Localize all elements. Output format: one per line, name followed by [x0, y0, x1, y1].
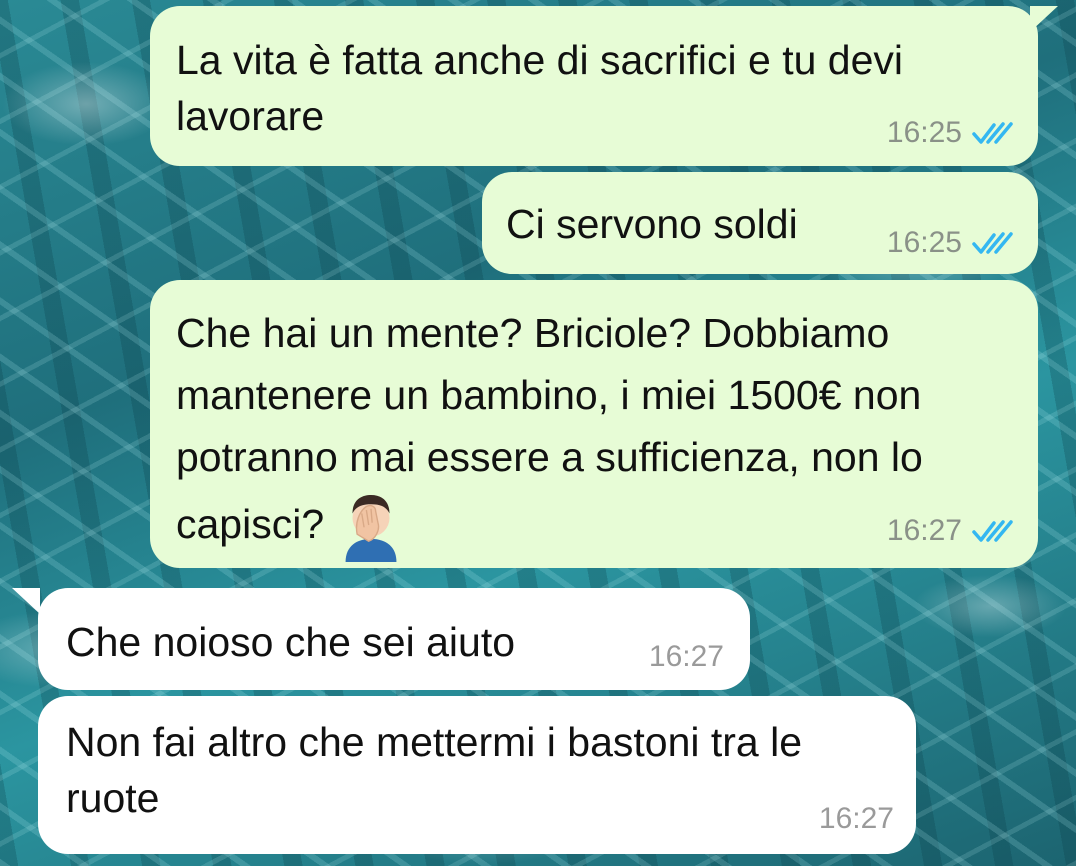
message-time: 16:27: [648, 640, 724, 673]
message-time: 16:27: [818, 802, 894, 835]
message-bubble-incoming[interactable]: Non fai altro che mettermi i bastoni tra…: [38, 696, 916, 854]
message-meta: 16:25: [887, 116, 1016, 150]
message-time: 16:27: [886, 514, 962, 547]
message-meta: 16:25: [887, 226, 1016, 260]
double-check-icon: [972, 232, 1013, 254]
message-bubble-outgoing[interactable]: La vita è fatta anche di sacrifici e tu …: [150, 6, 1038, 166]
message-bubble-incoming[interactable]: Che noioso che sei aiuto 16:27: [38, 588, 750, 690]
message-meta: 16:27: [887, 514, 1016, 548]
message-text: Non fai altro che mettermi i bastoni tra…: [66, 719, 803, 821]
bubble-tail: [12, 588, 40, 614]
message-bubble-outgoing[interactable]: Ci servono soldi 16:25: [482, 172, 1038, 274]
message-meta: 16:27: [819, 802, 894, 836]
message-bubble-outgoing[interactable]: Che hai un mente? Briciole? Dobbiamo man…: [150, 280, 1038, 568]
message-text: Che hai un mente? Briciole? Dobbiamo man…: [176, 302, 998, 562]
message-text: Che noioso che sei aiuto: [66, 619, 516, 665]
message-text: La vita è fatta anche di sacrifici e tu …: [176, 37, 904, 139]
man-facepalming-emoji-icon: [345, 494, 397, 562]
double-check-icon: [972, 520, 1013, 542]
message-meta: 16:27: [649, 640, 724, 674]
double-check-icon: [972, 122, 1013, 144]
message-time: 16:25: [886, 226, 962, 259]
message-text-content: Che hai un mente? Briciole? Dobbiamo man…: [176, 310, 923, 547]
message-time: 16:25: [886, 116, 962, 149]
